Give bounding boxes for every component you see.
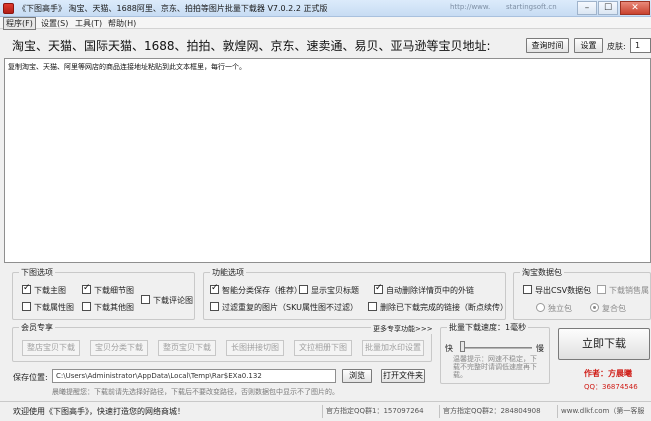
checkbox-remove-external-links-box[interactable] <box>374 283 383 294</box>
member-title: 会员专享 <box>19 322 55 333</box>
url-textarea-hint: 复制淘宝、天猫、阿里等网店的商品连接地址粘贴到此文本框里，每行一个。 <box>8 63 246 71</box>
checkbox-export-csv-box[interactable] <box>523 285 532 294</box>
maximize-button[interactable]: ☐ <box>598 1 618 15</box>
status-website[interactable]: www.dlkf.com（第一客服 <box>561 406 644 416</box>
checkbox-main-image[interactable]: 下载主图 <box>22 283 66 296</box>
checkbox-other-image-box[interactable] <box>82 302 91 311</box>
save-location-label: 保存位置: <box>13 373 48 382</box>
close-button[interactable]: ✕ <box>620 1 650 15</box>
checkbox-attribute-image-box[interactable] <box>22 302 31 311</box>
checkbox-smart-save[interactable]: 智能分类保存（推荐） <box>210 283 302 296</box>
radio-single-pack-dot[interactable] <box>536 303 545 312</box>
status-separator <box>557 405 558 418</box>
status-bar: 欢迎使用《下图高手》，快速打造您的网络商城！ 官方指定QQ群1：15709726… <box>0 401 651 421</box>
feature-options-group: 功能选项 智能分类保存（推荐） 显示宝贝标题 自动删除详情页中的外链 过滤重复的… <box>203 267 508 320</box>
app-icon <box>3 3 14 14</box>
status-separator <box>322 405 323 418</box>
feature-options-title: 功能选项 <box>210 267 246 278</box>
speed-group: 批量下载速度：1毫秒 快 慢 温馨提示：网速不稳定，下载不完整时请调低速度再下载… <box>440 322 550 384</box>
download-options-group: 下图选项 下载主图 下载细节图 下载评论图 下载属性图 下载其他图 <box>12 267 195 320</box>
download-now-button[interactable]: 立即下载 <box>558 328 650 360</box>
settings-button[interactable]: 设置 <box>574 38 603 53</box>
radio-merged-pack-dot[interactable] <box>590 303 599 312</box>
browse-button[interactable]: 浏览 <box>342 369 372 383</box>
checkbox-delete-finished-box[interactable] <box>368 302 377 311</box>
speed-hint: 温馨提示：网速不稳定，下载不完整时请调低速度再下载。 <box>453 355 537 379</box>
query-time-button[interactable]: 查询时间 <box>526 38 569 53</box>
skin-select[interactable]: 1 <box>630 38 651 53</box>
checkbox-show-title[interactable]: 显示宝贝标题 <box>299 285 359 296</box>
radio-merged-pack[interactable]: 复合包 <box>590 303 626 314</box>
taobao-data-title: 淘宝数据包 <box>520 267 564 278</box>
download-options-title: 下图选项 <box>19 267 55 278</box>
taobao-data-group: 淘宝数据包 导出CSV数据包 下载销售属 独立包 复合包 <box>513 267 651 320</box>
speed-title: 批量下载速度：1毫秒 <box>447 322 529 333</box>
speed-slider-track[interactable] <box>460 347 532 349</box>
checkbox-other-image[interactable]: 下载其他图 <box>82 302 134 313</box>
menu-program[interactable]: 程序(F) <box>3 17 36 30</box>
checkbox-filter-duplicates-box[interactable] <box>210 302 219 311</box>
save-path-input[interactable]: C:\Users\Administrator\AppData\Local\Tem… <box>52 369 336 383</box>
menu-tools[interactable]: 工具(T) <box>73 18 104 29</box>
status-welcome: 欢迎使用《下图高手》，快速打造您的网络商城！ <box>13 407 185 416</box>
skin-label: 皮肤: <box>607 42 626 51</box>
long-image-button[interactable]: 长图拼接切图 <box>226 340 284 356</box>
checkbox-download-sales-box[interactable] <box>597 285 606 294</box>
more-features-link[interactable]: 更多专享功能>>> <box>371 324 435 334</box>
checkbox-show-title-box[interactable] <box>299 285 308 294</box>
speed-slow-label: 慢 <box>536 344 544 353</box>
whole-shop-download-button[interactable]: 整店宝贝下载 <box>22 340 80 356</box>
status-qq-group-2: 官方指定QQ群2：284804908 <box>443 407 541 415</box>
menu-settings[interactable]: 设置(S) <box>39 18 70 29</box>
page-download-button[interactable]: 整页宝贝下载 <box>158 340 216 356</box>
save-hint: 晨曦提醒您：下载前请先选择好路径，下载后不要改变路径，否则数据包中显示不了图片的… <box>52 388 339 396</box>
checkbox-download-sales[interactable]: 下载销售属 <box>597 285 649 296</box>
window-title: 《下图高手》 淘宝、天猫、1688阿里、京东、拍拍等图片批量下载器 V7.0.2… <box>18 4 328 13</box>
menu-help[interactable]: 帮助(H) <box>106 18 138 29</box>
checkbox-export-csv[interactable]: 导出CSV数据包 <box>523 285 591 296</box>
status-qq-group-1: 官方指定QQ群1：157097264 <box>326 407 424 415</box>
checkbox-main-image-box[interactable] <box>22 283 31 294</box>
speed-fast-label: 快 <box>445 344 453 353</box>
author-label: 作者：方晨曦 <box>584 369 632 378</box>
checkbox-detail-image-box[interactable] <box>82 283 91 294</box>
watermark-settings-button[interactable]: 批量加水印设置 <box>362 340 424 356</box>
menu-bar: 程序(F) 设置(S) 工具(T) 帮助(H) <box>0 17 651 30</box>
checkbox-detail-image[interactable]: 下载细节图 <box>82 283 134 296</box>
status-separator <box>439 405 440 418</box>
ghost-tab-2: startingsoft.cn <box>506 3 557 11</box>
category-download-button[interactable]: 宝贝分类下载 <box>90 340 148 356</box>
title-bar: 《下图高手》 淘宝、天猫、1688阿里、京东、拍拍等图片批量下载器 V7.0.2… <box>0 0 651 17</box>
url-textarea[interactable]: 复制淘宝、天猫、阿里等网店的商品连接地址粘贴到此文本框里，每行一个。 <box>4 58 651 263</box>
checkbox-delete-finished[interactable]: 删除已下载完成的链接（断点续传） <box>368 302 508 313</box>
minimize-button[interactable]: – <box>577 1 597 15</box>
checkbox-filter-duplicates[interactable]: 过滤重复的图片（SKU属性图不过滤） <box>210 302 358 313</box>
background-tabs: http://www. startingsoft.cn <box>450 2 578 15</box>
checkbox-attribute-image[interactable]: 下载属性图 <box>22 302 74 313</box>
speed-slider-thumb[interactable] <box>460 341 465 352</box>
album-download-button[interactable]: 文拉相册下图 <box>294 340 352 356</box>
checkbox-review-image-box[interactable] <box>141 295 150 304</box>
address-title: 淘宝、天猫、国际天猫、1688、拍拍、敦煌网、京东、速卖通、易贝、亚马逊等宝贝地… <box>12 39 491 53</box>
open-folder-button[interactable]: 打开文件夹 <box>381 369 425 383</box>
checkbox-review-image[interactable]: 下载评论图 <box>141 295 193 306</box>
checkbox-smart-save-box[interactable] <box>210 283 219 294</box>
ghost-tab-1: http://www. <box>450 3 491 11</box>
qq-label: QQ：36874546 <box>584 383 638 391</box>
member-group: 会员专享 更多专享功能>>> 整店宝贝下载 宝贝分类下载 整页宝贝下载 长图拼接… <box>12 322 435 362</box>
radio-single-pack[interactable]: 独立包 <box>536 303 572 314</box>
checkbox-remove-external-links[interactable]: 自动删除详情页中的外链 <box>374 283 474 296</box>
